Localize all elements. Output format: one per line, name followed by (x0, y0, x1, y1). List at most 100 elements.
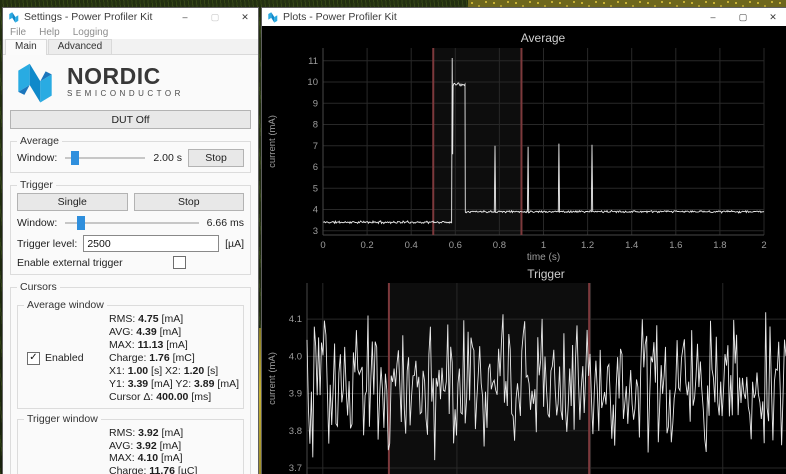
settings-content: NORDIC SEMICONDUCTOR DUT Off Average Win… (3, 55, 258, 474)
menu-logging[interactable]: Logging (73, 27, 109, 38)
settings-titlebar[interactable]: Settings - Power Profiler Kit – ▢ ✕ (3, 8, 258, 26)
y-tick-label: 4 (313, 205, 318, 216)
y-tick-label: 3 (313, 226, 318, 237)
x-tick-label: 0.2 (360, 240, 373, 251)
nordic-logo-icon (12, 60, 58, 104)
stat-line: Charge: 1.76 [mC] (109, 352, 239, 365)
x-axis-label: time (s) (527, 252, 560, 263)
trigger-single-button[interactable]: Single (17, 193, 128, 211)
x-tick-label: 0 (320, 240, 325, 251)
tab-strip: MainAdvanced (3, 39, 258, 55)
stat-line: Charge: 11.76 [µC] (109, 465, 239, 474)
trigger-level-label: Trigger level: (17, 238, 77, 250)
brand-subtitle: SEMICONDUCTOR (67, 89, 184, 98)
y-tick-label: 9 (313, 98, 318, 109)
stat-line: MAX: 4.10 [mA] (109, 452, 239, 465)
plots-window: Plots - Power Profiler Kit – ▢ ✕ Average… (262, 8, 786, 474)
average-group: Average Window: 2.00 s Stop (10, 141, 251, 173)
average-window-label: Window: (17, 152, 57, 164)
average-chart[interactable]: Average3456789101100.20.40.60.811.21.41.… (262, 26, 786, 266)
y-axis-label: current (mA) (267, 115, 278, 168)
y-tick-label: 8 (313, 120, 318, 131)
chart-title: Average (521, 31, 566, 45)
settings-window: Settings - Power Profiler Kit – ▢ ✕ File… (3, 8, 258, 474)
y-tick-label: 6 (313, 162, 318, 173)
average-window-value: 2.00 s (153, 152, 182, 164)
y-tick-label: 5 (313, 183, 318, 194)
app-icon-nordic (267, 11, 279, 23)
trigger-group-legend: Trigger (17, 179, 56, 191)
plots-window-title: Plots - Power Profiler Kit (283, 11, 696, 23)
menu-help[interactable]: Help (39, 27, 60, 38)
x-tick-label: 1.6 (669, 240, 682, 251)
plots-client-area: Average3456789101100.20.40.60.811.21.41.… (262, 26, 786, 474)
y-tick-label: 10 (307, 77, 318, 88)
cursors-group: Cursors Average window ✓ Enabled RMS: 4.… (10, 287, 251, 474)
x-tick-label: 1.2 (581, 240, 594, 251)
average-stop-button[interactable]: Stop (188, 149, 244, 167)
minimize-icon[interactable]: – (172, 8, 198, 26)
x-tick-label: 1 (541, 240, 546, 251)
menu-file[interactable]: File (10, 27, 26, 38)
y-tick-label: 3.8 (289, 426, 302, 437)
stat-line: X1: 1.00 [s] X2: 1.20 [s] (109, 365, 239, 378)
x-tick-label: 2 (761, 240, 766, 251)
average-window-subgroup-legend: Average window (24, 299, 107, 311)
trigger-window-subgroup: Trigger window ✓ Enabled RMS: 3.92 [mA]A… (17, 419, 244, 474)
close-icon[interactable]: ✕ (232, 8, 258, 26)
x-tick-label: 0.8 (493, 240, 506, 251)
stat-line: RMS: 3.92 [mA] (109, 427, 239, 440)
plots-titlebar[interactable]: Plots - Power Profiler Kit – ▢ ✕ (262, 8, 786, 26)
stat-line: RMS: 4.75 [mA] (109, 313, 239, 326)
x-tick-label: 1.4 (625, 240, 638, 251)
slider-thumb[interactable] (71, 151, 79, 165)
cursors-group-legend: Cursors (17, 281, 60, 293)
tab-main[interactable]: Main (5, 39, 47, 55)
trigger-window-subgroup-legend: Trigger window (24, 413, 101, 425)
slider-thumb[interactable] (77, 216, 85, 230)
trigger-chart[interactable]: Trigger3.73.83.94.04.1current (mA) (262, 266, 786, 474)
close-icon[interactable]: ✕ (760, 8, 786, 26)
dut-off-button[interactable]: DUT Off (10, 110, 251, 129)
y-tick-label: 3.7 (289, 463, 302, 474)
y-tick-label: 4.0 (289, 351, 302, 362)
tab-advanced[interactable]: Advanced (48, 39, 112, 54)
trigger-level-unit: [µA] (225, 238, 244, 250)
average-window-enabled-label: Enabled (45, 352, 84, 364)
trigger-window-slider[interactable] (63, 215, 200, 231)
x-tick-label: 0.6 (449, 240, 462, 251)
maximize-icon: ▢ (202, 8, 228, 26)
stat-line: Cursor Δ: 400.00 [ms] (109, 391, 239, 404)
trigger-group: Trigger Single Stop Window: 6.66 ms Trig… (10, 185, 251, 275)
average-window-enabled-checkbox[interactable]: ✓ (27, 352, 40, 365)
cursor-region (433, 48, 521, 235)
average-window-subgroup: Average window ✓ Enabled RMS: 4.75 [mA]A… (17, 305, 244, 409)
trigger-window-label: Window: (17, 217, 57, 229)
average-window-slider[interactable] (63, 150, 147, 166)
y-tick-label: 3.9 (289, 389, 302, 400)
y-tick-label: 11 (308, 56, 318, 67)
minimize-icon[interactable]: – (700, 8, 726, 26)
nordic-logo: NORDIC SEMICONDUCTOR (10, 57, 251, 106)
stat-line: Y1: 3.39 [mA] Y2: 3.89 [mA] (109, 378, 239, 391)
brand-name: NORDIC (67, 66, 184, 87)
x-tick-label: 1.8 (713, 240, 726, 251)
stat-line: MAX: 11.13 [mA] (109, 339, 239, 352)
trigger-stop-button[interactable]: Stop (134, 193, 245, 211)
chart-title: Trigger (527, 267, 565, 281)
stat-line: AVG: 4.39 [mA] (109, 326, 239, 339)
menu-bar: File Help Logging (3, 26, 258, 39)
stat-line: AVG: 3.92 [mA] (109, 440, 239, 453)
settings-window-title: Settings - Power Profiler Kit (24, 11, 168, 23)
y-tick-label: 7 (313, 141, 318, 152)
trigger-window-stats: RMS: 3.92 [mA]AVG: 3.92 [mA]MAX: 4.10 [m… (109, 426, 239, 474)
app-icon-nordic (8, 11, 20, 23)
y-axis-label: current (mA) (267, 352, 278, 405)
average-group-legend: Average (17, 135, 62, 147)
average-window-stats: RMS: 4.75 [mA]AVG: 4.39 [mA]MAX: 11.13 [… (109, 312, 239, 404)
trigger-level-input[interactable]: 2500 (83, 235, 219, 252)
external-trigger-checkbox[interactable] (173, 256, 186, 269)
maximize-icon[interactable]: ▢ (730, 8, 756, 26)
external-trigger-label: Enable external trigger (17, 257, 123, 269)
trigger-window-value: 6.66 ms (207, 217, 244, 229)
